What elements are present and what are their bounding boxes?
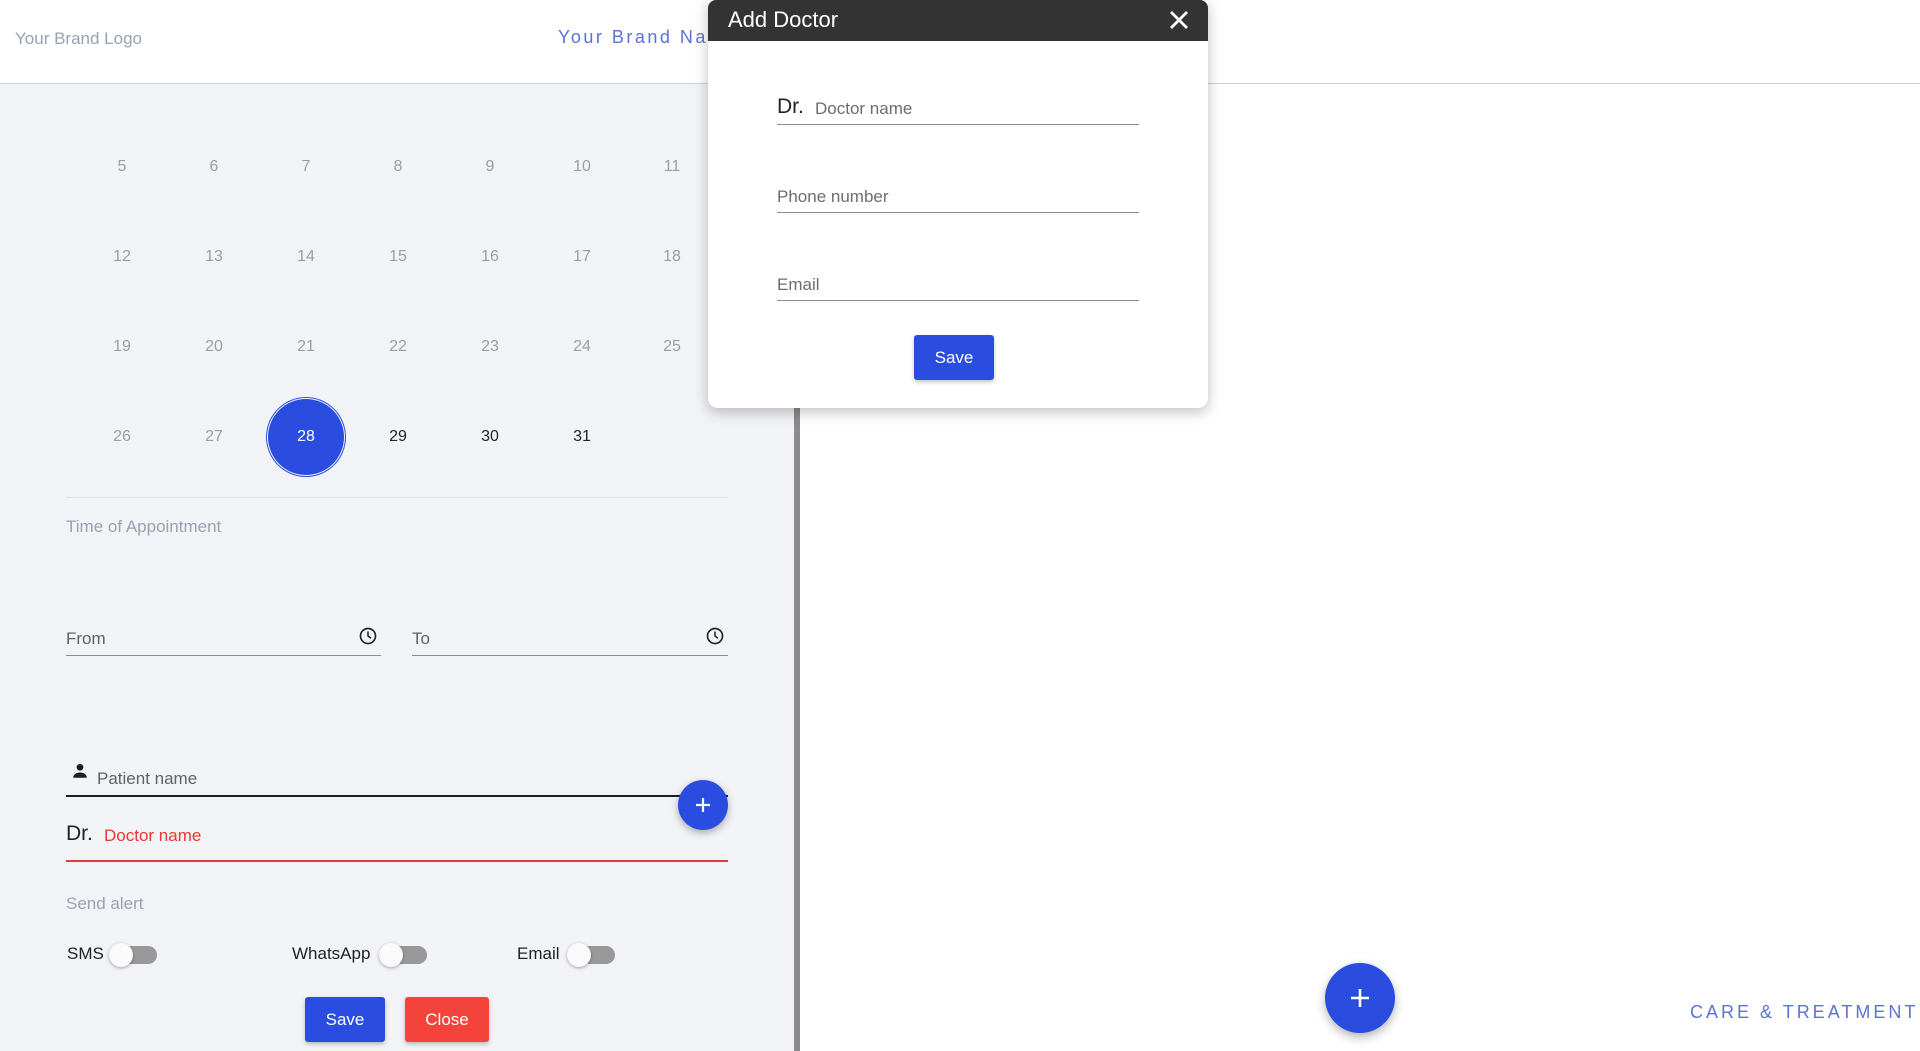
doctor-placeholder: Doctor name xyxy=(815,99,913,118)
calendar-day: 7 xyxy=(301,158,311,175)
calendar-day: 10 xyxy=(573,158,591,175)
calendar-day: 26 xyxy=(113,428,131,445)
email-toggle[interactable] xyxy=(567,943,615,967)
tagline: CARE & TREATMENT xyxy=(1690,1002,1919,1022)
person-icon xyxy=(73,763,87,778)
modal-phone-input[interactable]: Phone number xyxy=(777,172,1139,213)
add-doctor-modal: Add Doctor Dr. Doctor name Phone number … xyxy=(708,0,1208,408)
calendar-day: 22 xyxy=(389,338,407,355)
dr-prefix: Dr. xyxy=(66,822,93,845)
calendar-day: 21 xyxy=(297,338,315,355)
modal-title: Add Doctor xyxy=(728,7,839,32)
doctor-name-input[interactable]: Dr. Doctor name xyxy=(66,780,728,862)
whatsapp-toggle[interactable] xyxy=(379,943,427,967)
patient-name-input[interactable]: Patient name xyxy=(66,670,728,797)
whatsapp-label: WhatsApp xyxy=(292,944,371,963)
toggle-knob xyxy=(379,943,403,967)
calendar-day: 14 xyxy=(297,248,315,265)
to-placeholder: To xyxy=(412,629,430,648)
add-doctor-button[interactable] xyxy=(678,780,728,830)
calendar-day: 15 xyxy=(389,248,407,265)
plus-icon xyxy=(1351,989,1369,1007)
calendar-day[interactable]: 30 xyxy=(460,427,520,447)
email-placeholder: Email xyxy=(777,275,820,294)
time-section-label: Time of Appointment xyxy=(66,517,222,536)
calendar-day: 11 xyxy=(663,158,681,175)
close-icon[interactable] xyxy=(1168,9,1190,31)
from-time-input[interactable]: From xyxy=(66,575,381,656)
clock-icon[interactable] xyxy=(706,627,724,645)
modal-save-button[interactable]: Save xyxy=(914,335,994,380)
calendar-day: 20 xyxy=(205,338,223,355)
calendar-day: 24 xyxy=(573,338,591,355)
sms-toggle[interactable] xyxy=(109,943,157,967)
close-button[interactable]: Close xyxy=(405,997,489,1042)
modal-email-input[interactable]: Email xyxy=(777,260,1139,301)
save-button[interactable]: Save xyxy=(305,997,385,1042)
calendar-day: 25 xyxy=(663,338,681,355)
calendar-day: 5 xyxy=(117,158,127,175)
calendar-day: 13 xyxy=(205,248,223,265)
calendar-day[interactable]: 29 xyxy=(368,427,428,447)
modal-doctor-name-input[interactable]: Dr. Doctor name xyxy=(777,84,1139,125)
calendar-day: 16 xyxy=(481,248,499,265)
brand-logo: Your Brand Logo xyxy=(15,29,142,48)
modal-header: Add Doctor xyxy=(708,0,1208,41)
calendar-day[interactable]: 31 xyxy=(552,427,612,447)
toggle-knob xyxy=(567,943,591,967)
calendar-day: 17 xyxy=(573,248,591,265)
send-alert-label: Send alert xyxy=(66,894,144,913)
calendar-day: 23 xyxy=(481,338,499,355)
calendar-day: 19 xyxy=(113,338,131,355)
phone-placeholder: Phone number xyxy=(777,187,889,206)
from-placeholder: From xyxy=(66,629,106,648)
to-time-input[interactable]: To xyxy=(412,575,728,656)
toggle-knob xyxy=(109,943,133,967)
calendar-day: 27 xyxy=(205,428,223,445)
clock-icon[interactable] xyxy=(359,627,377,645)
plus-icon xyxy=(696,798,710,812)
calendar-day: 12 xyxy=(113,248,131,265)
sms-label: SMS xyxy=(67,944,104,963)
calendar-day: 18 xyxy=(663,248,681,265)
calendar-day-selected[interactable]: 28 xyxy=(268,399,344,475)
doctor-placeholder: Doctor name xyxy=(104,826,202,845)
add-appointment-button[interactable] xyxy=(1325,963,1395,1033)
dr-prefix: Dr. xyxy=(777,95,804,118)
email-label: Email xyxy=(517,944,560,963)
calendar-day: 9 xyxy=(485,158,495,175)
divider xyxy=(66,497,728,498)
calendar-day: 8 xyxy=(393,158,403,175)
calendar-day: 6 xyxy=(209,158,219,175)
